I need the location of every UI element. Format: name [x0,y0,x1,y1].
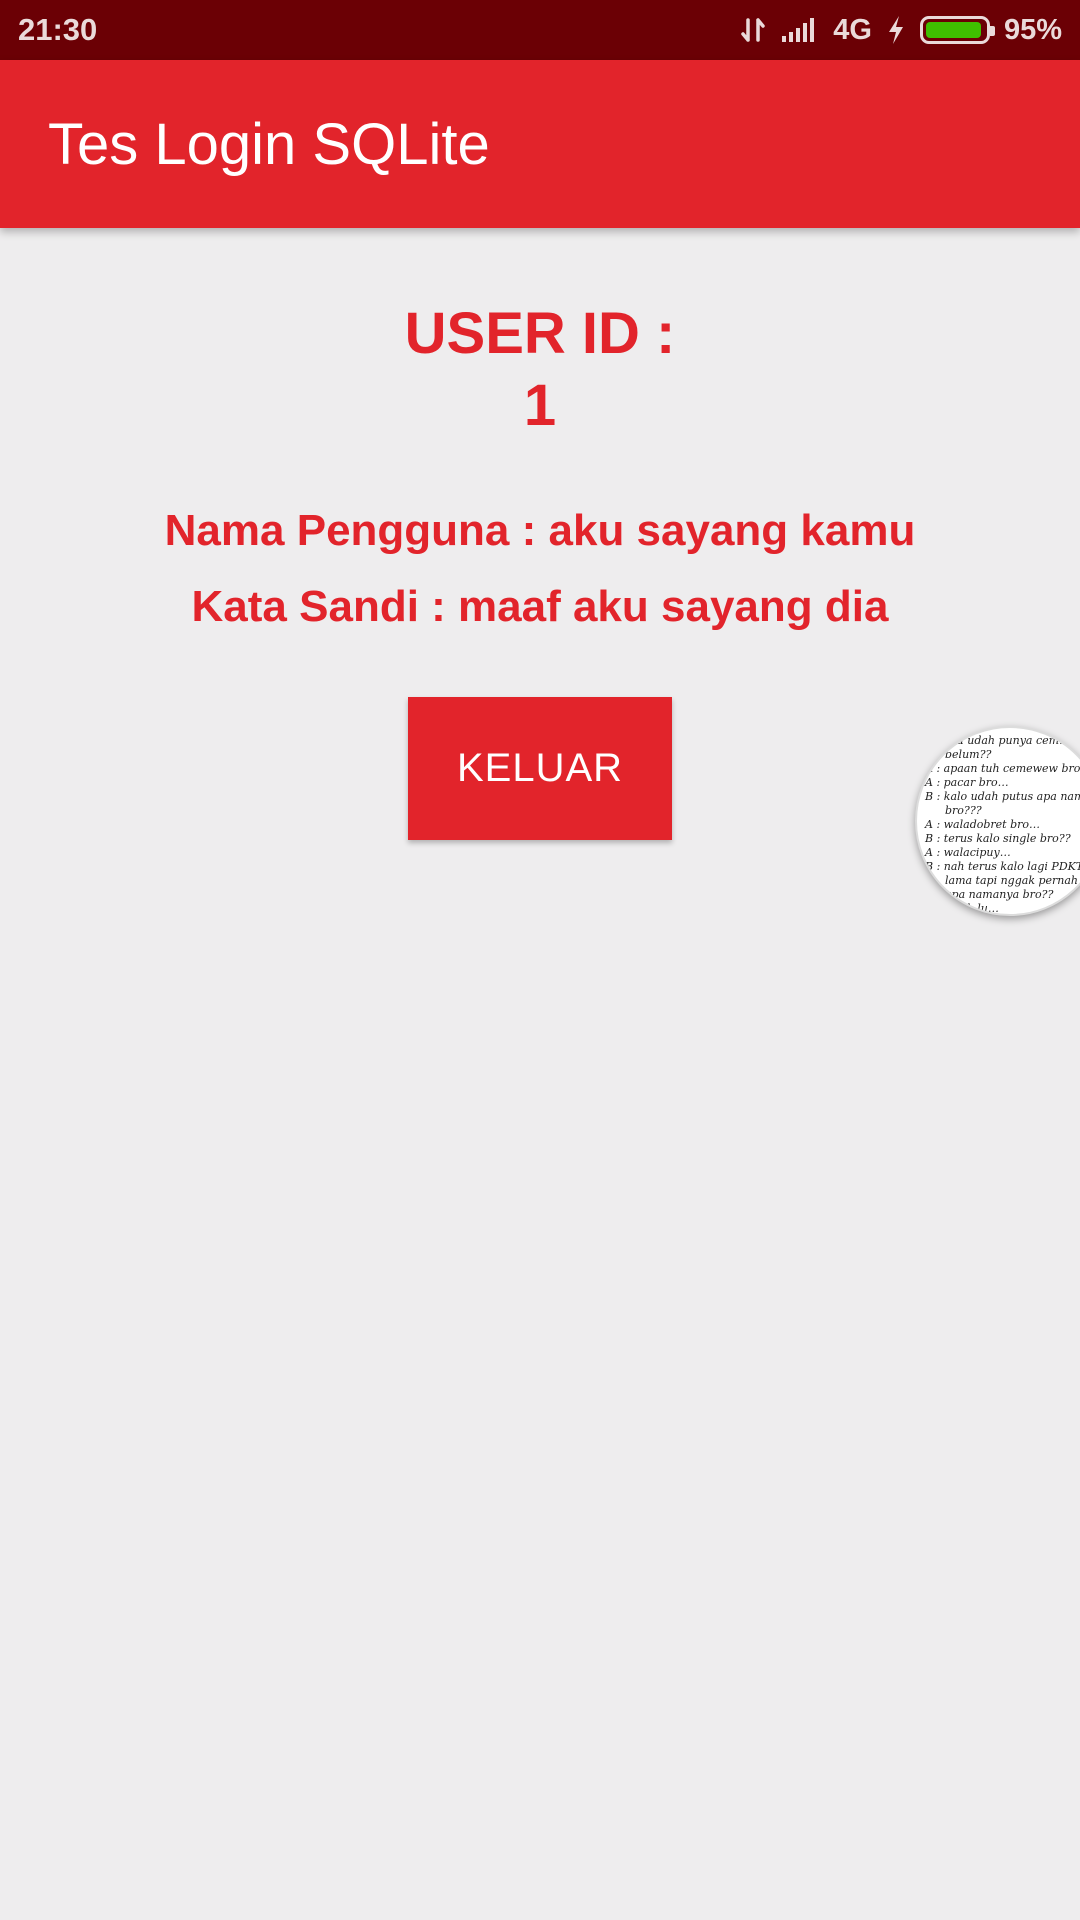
app-bar: Tes Login SQLite [0,60,1080,228]
battery-fill [925,22,982,38]
bubble-text-line: bro??? [945,804,982,817]
logout-button[interactable]: KELUAR [408,697,672,840]
bubble-text-line: …ah lu udah punya cem… [925,734,1071,747]
status-icons: 4G 95% [739,14,1062,47]
bubble-text-lines: …ah lu udah punya cem… belum?? A : apaan t… [925,734,1080,915]
user-id-value: 1 [523,373,557,438]
bubble-text-line: A : apaan tuh cemewew bro?? [925,762,1080,775]
app-title: Tes Login SQLite [48,111,490,177]
bubble-text-line: A : waladobret bro… [925,818,1041,831]
screen: 21:30 4G 95% Tes Login SQLite USER ID: … [0,0,1080,1920]
bubble-text-line: belum?? [945,748,992,761]
bubble-text-line: B : kalo udah putus apa namnya [925,790,1080,803]
battery-percent: 95% [1003,13,1062,46]
data-transfer-icon [739,16,767,44]
bubble-text-line: lama tapi nggak pernah jad… [945,874,1080,887]
floating-chat-bubble[interactable]: …ah lu udah punya cem… belum?? A : apaan t… [915,726,1080,916]
signal-icon [781,16,819,44]
user-id-label: USER ID : [404,301,676,366]
status-time: 21:30 [18,12,98,47]
bubble-text-line: B : nah terus kalo lagi PDKT ud… [925,860,1080,873]
charging-icon [886,15,906,45]
bubble-text-line: apa namanya bro?? [945,888,1054,901]
status-bar: 21:30 4G 95% [0,0,1080,60]
username-text: Nama Pengguna : aku sayang kamu [164,506,916,555]
password-text: Kata Sandi : maaf aku sayang dia [191,582,889,631]
battery-icon [919,16,995,44]
bubble-text-line: B : terus kalo single bro?? [925,832,1071,845]
bubble-text-line: …an deh lu… [925,902,999,915]
network-type: 4G [833,13,872,46]
bubble-text-line: A : pacar bro… [925,776,1009,789]
bubble-text-line: A : walacipuy… [925,846,1011,859]
